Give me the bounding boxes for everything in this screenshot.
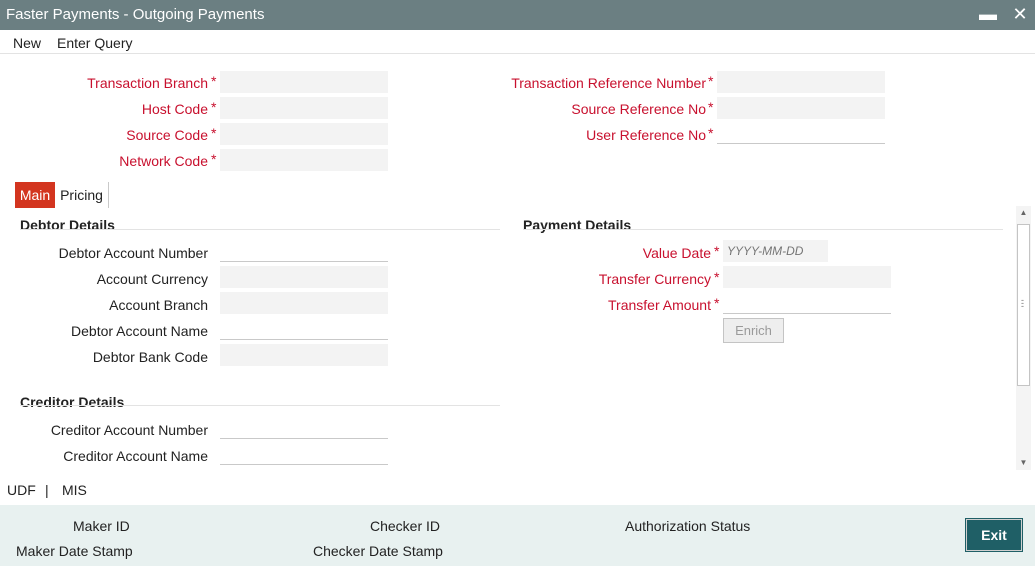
menu-bar: New Enter Query <box>0 30 1035 54</box>
transfer-currency-label: Transfer Currency <box>598 271 711 287</box>
required-marker: * <box>714 295 720 311</box>
required-marker: * <box>714 243 720 259</box>
mis-link[interactable]: MIS <box>62 482 87 498</box>
transfer-amount-label: Transfer Amount <box>608 297 711 313</box>
network-code-label: Network Code <box>119 153 208 169</box>
debtor-bank-code-field[interactable] <box>220 344 388 366</box>
transaction-branch-label: Transaction Branch <box>87 75 208 91</box>
section-divider <box>20 405 500 406</box>
tab-pricing[interactable]: Pricing <box>55 182 109 208</box>
source-reference-no-field[interactable] <box>717 97 885 119</box>
section-divider <box>523 229 1003 230</box>
account-currency-label: Account Currency <box>96 271 208 287</box>
transaction-branch-field[interactable] <box>220 71 388 93</box>
transfer-amount-input[interactable] <box>723 292 891 314</box>
vertical-scrollbar[interactable]: ▲ --- ▼ <box>1016 206 1031 470</box>
debtor-bank-code-label: Debtor Bank Code <box>92 349 208 365</box>
source-code-label: Source Code <box>126 127 208 143</box>
scroll-down-icon[interactable]: ▼ <box>1016 456 1031 470</box>
scroll-up-icon[interactable]: ▲ <box>1016 206 1031 220</box>
udf-link[interactable]: UDF <box>7 482 36 498</box>
transfer-currency-field[interactable] <box>723 266 891 288</box>
link-separator: | <box>45 482 49 498</box>
window-title: Faster Payments - Outgoing Payments <box>6 6 265 23</box>
checker-date-stamp-label: Checker Date Stamp <box>313 543 443 559</box>
user-reference-no-input[interactable] <box>717 122 885 144</box>
required-marker: * <box>211 99 217 115</box>
section-divider <box>20 229 500 230</box>
transaction-reference-number-label: Transaction Reference Number <box>511 75 706 91</box>
network-code-field[interactable] <box>220 149 388 171</box>
creditor-details-heading: Creditor Details <box>20 394 125 410</box>
debtor-account-name-label: Debtor Account Name <box>71 323 208 339</box>
menu-new[interactable]: New <box>13 35 41 51</box>
debtor-account-name-input[interactable] <box>220 318 388 340</box>
transaction-reference-number-field[interactable] <box>717 71 885 93</box>
required-marker: * <box>211 125 217 141</box>
minimize-icon[interactable]: ▬ <box>978 4 998 24</box>
source-reference-no-label: Source Reference No <box>571 101 706 117</box>
required-marker: * <box>211 151 217 167</box>
value-date-label: Value Date <box>642 245 711 261</box>
menu-enter-query[interactable]: Enter Query <box>57 35 132 51</box>
exit-button[interactable]: Exit <box>965 518 1023 552</box>
debtor-account-number-input[interactable] <box>220 240 388 262</box>
maker-id-label: Maker ID <box>73 518 130 534</box>
checker-id-label: Checker ID <box>370 518 441 534</box>
payment-details-heading: Payment Details <box>523 217 632 233</box>
authorization-status-label: Authorization Status <box>625 518 751 534</box>
audit-panel: Maker ID Maker Date Stamp Checker ID Che… <box>0 505 1035 566</box>
account-branch-label: Account Branch <box>109 297 208 313</box>
grip-icon: --- <box>1021 295 1024 311</box>
window-title-bar: Faster Payments - Outgoing Payments ▬ ✕ <box>0 0 1035 30</box>
required-marker: * <box>714 269 720 285</box>
close-icon[interactable]: ✕ <box>1010 4 1030 24</box>
debtor-account-number-label: Debtor Account Number <box>58 245 208 261</box>
creditor-account-name-label: Creditor Account Name <box>63 448 208 464</box>
user-reference-no-label: User Reference No <box>586 127 706 143</box>
required-marker: * <box>708 99 714 115</box>
required-marker: * <box>708 73 714 89</box>
enrich-button[interactable]: Enrich <box>723 318 784 343</box>
host-code-label: Host Code <box>141 101 208 117</box>
maker-date-stamp-label: Maker Date Stamp <box>16 543 133 559</box>
creditor-account-number-label: Creditor Account Number <box>50 422 208 438</box>
account-currency-field[interactable] <box>220 266 388 288</box>
value-date-input[interactable] <box>723 240 828 262</box>
creditor-account-name-input[interactable] <box>220 443 388 465</box>
required-marker: * <box>708 125 714 141</box>
debtor-details-heading: Debtor Details <box>20 217 115 233</box>
source-code-field[interactable] <box>220 123 388 145</box>
scrollbar-thumb[interactable]: --- <box>1017 224 1030 386</box>
host-code-field[interactable] <box>220 97 388 119</box>
creditor-account-number-input[interactable] <box>220 417 388 439</box>
account-branch-field[interactable] <box>220 292 388 314</box>
footer-links: UDF | MIS <box>0 478 1035 502</box>
tab-main[interactable]: Main <box>15 182 55 208</box>
required-marker: * <box>211 73 217 89</box>
